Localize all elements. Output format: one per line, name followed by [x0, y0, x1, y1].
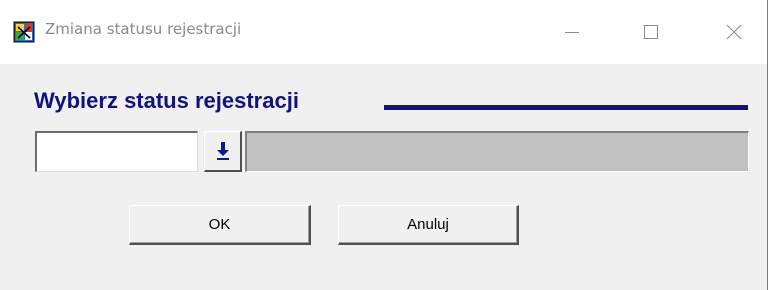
status-dropdown-button[interactable]: [204, 131, 242, 172]
close-icon: [726, 24, 742, 40]
title-bar[interactable]: Zmiana statusu rejestracji: [0, 0, 767, 64]
status-code-input[interactable]: [35, 131, 198, 172]
dialog-body: Wybierz status rejestracji OK Anuluj: [0, 64, 767, 290]
maximize-button[interactable]: [628, 16, 674, 48]
heading-underline: [384, 105, 748, 110]
window-title: Zmiana statusu rejestracji: [45, 20, 242, 38]
ok-button[interactable]: OK: [129, 205, 311, 245]
status-description-field: [245, 131, 749, 172]
app-icon[interactable]: [13, 21, 35, 43]
dialog-window: Zmiana statusu rejestracji Wybierz statu…: [0, 0, 768, 290]
minimize-icon: [565, 32, 579, 33]
arrow-down-icon: [216, 142, 229, 160]
maximize-icon: [644, 25, 658, 39]
cancel-button[interactable]: Anuluj: [338, 205, 519, 245]
close-button[interactable]: [711, 16, 757, 48]
dialog-heading: Wybierz status rejestracji: [34, 88, 299, 113]
minimize-button[interactable]: [549, 16, 595, 48]
